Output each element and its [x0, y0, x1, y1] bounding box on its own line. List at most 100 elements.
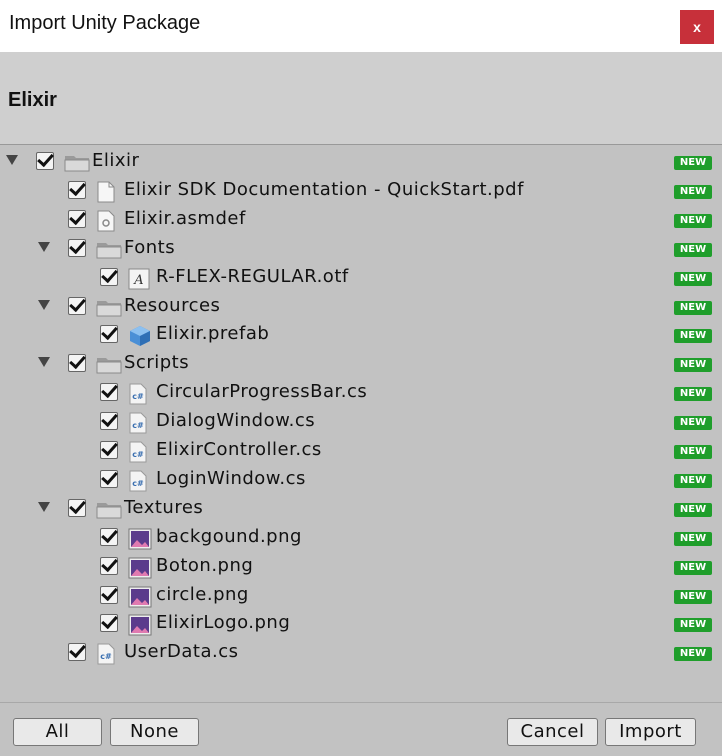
tree-row[interactable]: Elixir SDK Documentation - QuickStart.pd… — [0, 178, 722, 206]
include-checkbox[interactable] — [100, 585, 118, 604]
include-checkbox[interactable] — [68, 180, 86, 199]
new-badge: NEW — [674, 589, 712, 604]
cancel-button[interactable]: Cancel — [507, 718, 598, 746]
tree-item-label: UserData.cs — [124, 641, 239, 663]
tree-row[interactable]: Resources NEW — [0, 294, 722, 322]
tree-row[interactable]: ElixirLogo.png NEW — [0, 611, 722, 639]
cs-file-icon: c# — [128, 383, 150, 405]
new-badge: NEW — [674, 156, 712, 170]
expand-arrow-icon[interactable] — [38, 501, 50, 512]
expand-arrow-icon[interactable] — [38, 357, 50, 368]
include-checkbox[interactable] — [100, 412, 118, 431]
font-file-icon: A — [128, 268, 150, 290]
tree-item-label: R-FLEX-REGULAR.otf — [156, 265, 349, 287]
all-button[interactable]: All — [13, 718, 102, 746]
include-checkbox[interactable] — [100, 469, 118, 488]
tree-row[interactable]: c# CircularProgressBar.cs NEW — [0, 380, 722, 408]
include-checkbox[interactable] — [100, 527, 118, 546]
new-badge: NEW — [674, 242, 712, 257]
new-badge: NEW — [674, 329, 712, 344]
tree-item-label: backgound.png — [156, 525, 302, 547]
svg-text:c#: c# — [132, 421, 144, 430]
pdf-file-icon — [96, 181, 118, 203]
tree-row[interactable]: Scripts NEW — [0, 351, 722, 379]
tree-row[interactable]: Elixir.prefab NEW — [0, 322, 722, 350]
prefab-file-icon — [128, 325, 150, 347]
include-checkbox[interactable] — [100, 383, 118, 402]
tree-row[interactable]: c# DialogWindow.cs NEW — [0, 409, 722, 437]
folder-file-icon — [64, 152, 90, 172]
tree-row[interactable]: c# LoginWindow.cs NEW — [0, 467, 722, 495]
tree-item-label: Elixir SDK Documentation - QuickStart.pd… — [124, 178, 524, 200]
tree-item-label: Elixir.prefab — [156, 323, 270, 345]
expand-arrow-icon[interactable] — [6, 155, 18, 165]
new-badge: NEW — [674, 213, 712, 228]
tree-item-label: Fonts — [124, 236, 176, 258]
new-badge: NEW — [674, 531, 712, 546]
cs-file-icon: c# — [128, 470, 150, 492]
include-checkbox[interactable] — [100, 614, 118, 633]
tree-item-label: Boton.png — [156, 554, 254, 576]
new-badge: NEW — [674, 618, 712, 633]
tree-row[interactable]: Elixir NEW — [0, 149, 722, 177]
tree-item-label: circle.png — [156, 583, 249, 605]
folder-file-icon — [96, 239, 122, 259]
new-badge: NEW — [674, 560, 712, 575]
asmdef-file-icon — [96, 210, 118, 232]
svg-text:A: A — [133, 273, 143, 288]
package-name: Elixir — [8, 89, 57, 111]
include-checkbox[interactable] — [68, 498, 86, 517]
tree-row[interactable]: c# ElixirController.cs NEW — [0, 438, 722, 466]
tree-item-label: Scripts — [124, 352, 190, 374]
include-checkbox[interactable] — [68, 209, 86, 228]
tree-item-label: Elixir.asmdef — [124, 207, 246, 229]
include-checkbox[interactable] — [100, 556, 118, 575]
expand-arrow-icon[interactable] — [38, 299, 50, 310]
new-badge: NEW — [674, 502, 712, 517]
include-checkbox[interactable] — [68, 238, 86, 257]
tree-row[interactable]: backgound.png NEW — [0, 525, 722, 553]
new-badge: NEW — [674, 416, 712, 431]
new-badge: NEW — [674, 300, 712, 315]
new-badge: NEW — [674, 647, 712, 662]
cs-file-icon: c# — [128, 412, 150, 434]
include-checkbox[interactable] — [100, 325, 118, 344]
png-file-icon — [128, 614, 152, 636]
tree-item-label: CircularProgressBar.cs — [156, 381, 368, 403]
cs-file-icon: c# — [128, 441, 150, 463]
png-file-icon — [128, 586, 152, 607]
cs-file-icon: c# — [96, 643, 118, 665]
expand-arrow-icon[interactable] — [38, 241, 50, 252]
tree-item-label: DialogWindow.cs — [156, 410, 316, 432]
import-button[interactable]: Import — [605, 718, 696, 746]
tree-row[interactable]: c# UserData.cs NEW — [0, 640, 722, 668]
title-bar: Import Unity Package x — [0, 0, 722, 52]
new-badge: NEW — [674, 387, 712, 402]
tree-item-label: ElixirLogo.png — [156, 612, 291, 634]
tree-row[interactable]: circle.png NEW — [0, 583, 722, 611]
new-badge: NEW — [674, 445, 712, 459]
include-checkbox[interactable] — [100, 441, 118, 459]
tree-row[interactable]: Boton.png NEW — [0, 554, 722, 582]
none-button[interactable]: None — [110, 718, 199, 746]
svg-text:c#: c# — [100, 652, 112, 661]
include-checkbox[interactable] — [68, 643, 86, 662]
include-checkbox[interactable] — [68, 354, 86, 373]
tree-item-label: ElixirController.cs — [156, 439, 322, 460]
include-checkbox[interactable] — [36, 152, 54, 170]
svg-text:c#: c# — [132, 450, 144, 459]
tree-row[interactable]: Elixir.asmdef NEW — [0, 207, 722, 235]
tree-item-label: Textures — [124, 496, 204, 518]
tree-row[interactable]: Fonts NEW — [0, 236, 722, 264]
svg-text:c#: c# — [132, 479, 144, 488]
include-checkbox[interactable] — [68, 296, 86, 315]
tree-row[interactable]: A R-FLEX-REGULAR.otf NEW — [0, 265, 722, 293]
new-badge: NEW — [674, 271, 712, 286]
package-header: Elixir — [0, 52, 722, 145]
tree-row[interactable]: Textures NEW — [0, 496, 722, 524]
import-unity-package-dialog: Import Unity Package x Elixir Elixir NEW E… — [0, 0, 722, 756]
png-file-icon — [128, 557, 152, 579]
close-button[interactable]: x — [680, 10, 714, 44]
include-checkbox[interactable] — [100, 267, 118, 286]
svg-text:c#: c# — [132, 392, 144, 401]
